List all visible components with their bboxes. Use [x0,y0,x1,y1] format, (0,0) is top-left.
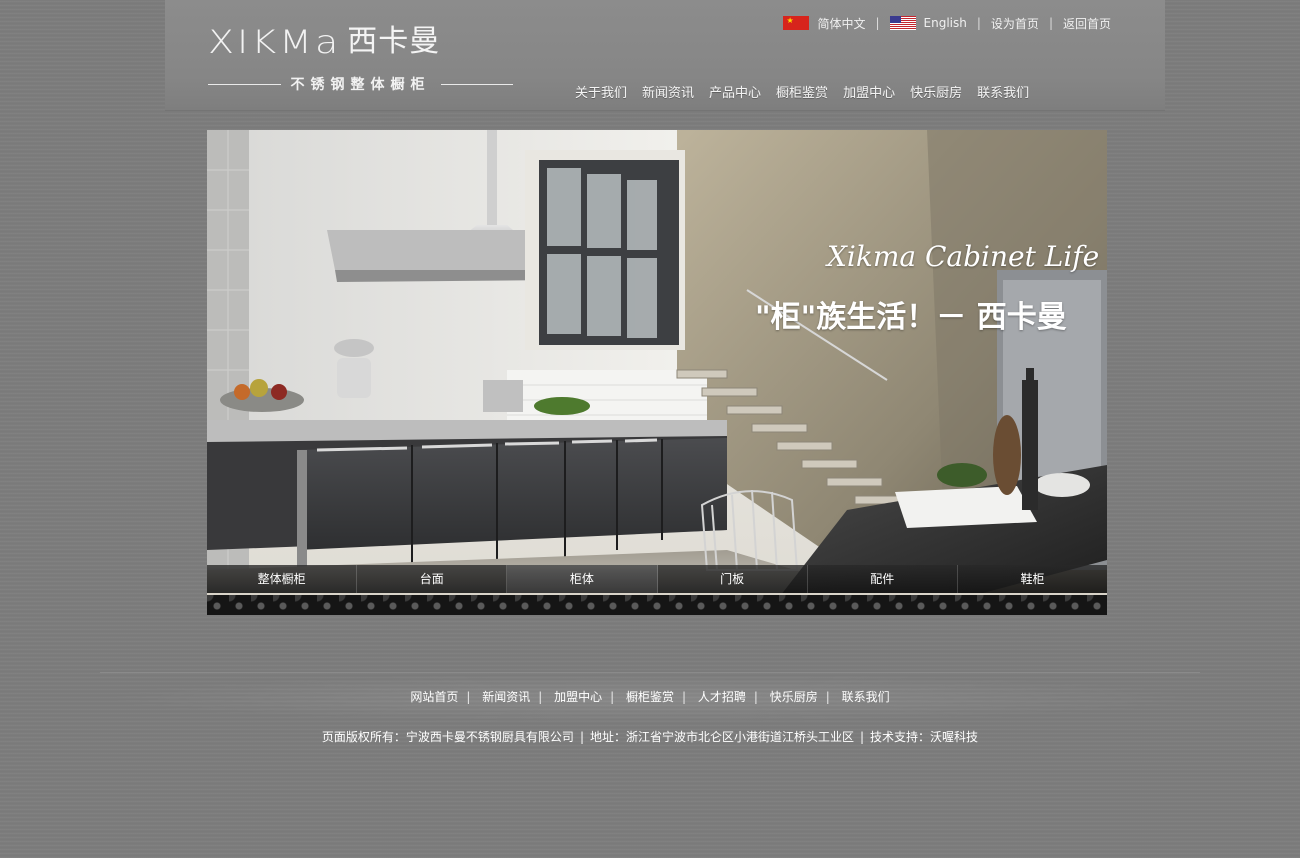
footer-link-happy-kitchen[interactable]: 快乐厨房 [770,690,818,704]
link-simplified-chinese[interactable]: 简体中文 [817,15,865,32]
link-english[interactable]: English [924,16,967,30]
banner-title: Xikma Cabinet Life [827,240,1100,273]
footer-link-franchise[interactable]: 加盟中心 [554,690,602,704]
link-back-home[interactable]: 返回首页 [1063,15,1111,32]
site-logo[interactable]: XIKMa 西卡曼 不锈钢整体橱柜 [208,22,518,97]
separator: | [825,690,830,704]
separator: | [466,690,471,704]
separator: | [976,16,981,30]
separator: | [860,730,865,744]
copyright-line: 页面版权所有：宁波西卡曼不锈钢厨具有限公司 | 地址：浙江省宁波市北仑区小港街道江桥… [0,728,1300,745]
separator: | [610,690,615,704]
tab-shoe-cabinet[interactable]: 鞋柜 [958,565,1107,593]
footer-link-news[interactable]: 新闻资讯 [482,690,530,704]
nav-products[interactable]: 产品中心 [709,82,761,101]
company-address: 地址：浙江省宁波市北仑区小港街道江桥头工业区 [589,730,854,744]
separator: | [875,16,880,30]
nav-gallery[interactable]: 橱柜鉴赏 [776,82,828,101]
nav-about[interactable]: 关于我们 [575,82,627,101]
tab-countertop[interactable]: 台面 [357,565,508,593]
link-set-homepage[interactable]: 设为首页 [991,15,1039,32]
logo-chinese-text: 西卡曼 [347,24,441,59]
footer-link-contact[interactable]: 联系我们 [842,690,890,704]
tab-cabinet-body[interactable]: 柜体 [507,565,658,593]
kitchen-scene-image [207,130,1107,615]
copyright-owner: 页面版权所有：宁波西卡曼不锈钢厨具有限公司 [321,730,574,744]
logo-tagline: 不锈钢整体橱柜 [208,74,513,94]
nav-franchise[interactable]: 加盟中心 [843,82,895,101]
main-nav: 关于我们 新闻资讯 产品中心 橱柜鉴赏 加盟中心 快乐厨房 联系我们 [575,80,1029,102]
footer-link-gallery[interactable]: 橱柜鉴赏 [626,690,674,704]
footer-link-home[interactable]: 网站首页 [410,690,458,704]
tab-door-panel[interactable]: 门板 [658,565,808,593]
separator: | [579,730,584,744]
separator: | [538,690,543,704]
logo-main: XIKMa 西卡曼 [208,22,440,62]
tab-accessories[interactable]: 配件 [808,565,958,593]
nav-happy-kitchen[interactable]: 快乐厨房 [910,82,962,101]
hero-banner: Xikma Cabinet Life "柜"族生活！－ 西卡曼 整体橱柜 台面 … [207,130,1107,615]
footer-link-careers[interactable]: 人才招聘 [698,690,746,704]
top-links: ★ 简体中文 | English | 设为首页 | 返回首页 [783,14,1111,32]
nav-contact[interactable]: 联系我们 [977,82,1029,101]
china-flag-icon[interactable]: ★ [783,16,810,30]
category-tabs: 整体橱柜 台面 柜体 门板 配件 鞋柜 [207,565,1107,593]
logo-latin-text: XIKMa [208,23,342,61]
separator: | [682,690,687,704]
tech-support[interactable]: 技术支持：沃喔科技 [870,730,978,744]
separator: | [1048,16,1053,30]
separator: | [753,690,758,704]
nav-news[interactable]: 新闻资讯 [642,82,694,101]
logo-tagline-text: 不锈钢整体橱柜 [290,77,431,93]
decorative-pattern-strip [207,593,1107,615]
banner-slogan: "柜"族生活！－ 西卡曼 [755,300,1067,335]
us-flag-icon[interactable] [889,16,916,30]
footer-nav: 网站首页 | 新闻资讯 | 加盟中心 | 橱柜鉴赏 | 人才招聘 | 快乐厨房 | 联系我们 [0,688,1300,705]
tab-whole-cabinet[interactable]: 整体橱柜 [207,565,358,593]
